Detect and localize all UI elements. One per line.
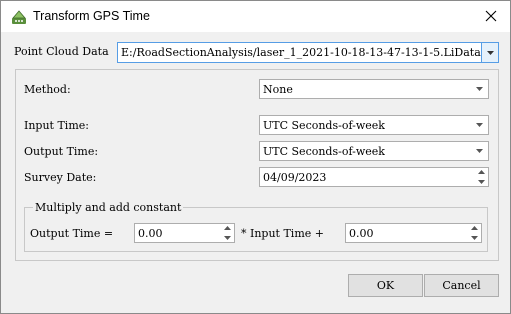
output-time-equals-label: Output Time = bbox=[30, 227, 114, 240]
window-title: Transform GPS Time bbox=[33, 9, 150, 23]
close-button[interactable] bbox=[478, 5, 504, 27]
constant-value: 0.00 bbox=[349, 227, 374, 240]
constant-group-title: Multiply and add constant bbox=[33, 201, 184, 214]
chevron-down-icon bbox=[476, 123, 483, 127]
title-bar: Transform GPS Time bbox=[1, 1, 510, 32]
transform-gps-time-dialog: Transform GPS Time Point Cloud Data E:/R… bbox=[0, 0, 511, 314]
method-label: Method: bbox=[24, 83, 71, 96]
input-time-value: UTC Seconds-of-week bbox=[263, 119, 385, 132]
output-time-label: Output Time: bbox=[24, 145, 99, 158]
output-time-select[interactable]: UTC Seconds-of-week bbox=[259, 141, 489, 161]
chevron-up-icon bbox=[477, 170, 485, 174]
chevron-up-icon bbox=[223, 226, 231, 230]
output-time-value: UTC Seconds-of-week bbox=[263, 145, 385, 158]
point-cloud-label: Point Cloud Data bbox=[14, 45, 109, 58]
input-time-plus-label: * Input Time + bbox=[241, 227, 324, 240]
point-cloud-value: E:/RoadSectionAnalysis/laser_1_2021-10-1… bbox=[121, 46, 481, 59]
chevron-down-icon bbox=[486, 50, 494, 55]
chevron-down-icon bbox=[476, 149, 483, 153]
chevron-down-icon bbox=[223, 236, 231, 240]
survey-date-label: Survey Date: bbox=[24, 171, 97, 184]
app-icon bbox=[12, 10, 26, 24]
method-value: None bbox=[263, 83, 293, 96]
input-time-select[interactable]: UTC Seconds-of-week bbox=[259, 115, 489, 135]
method-select[interactable]: None bbox=[259, 79, 489, 99]
survey-date-spinner[interactable] bbox=[476, 170, 486, 184]
constant-spinbox[interactable]: 0.00 bbox=[345, 223, 482, 243]
survey-date-edit[interactable]: 04/09/2023 bbox=[259, 167, 489, 187]
close-icon bbox=[485, 10, 497, 22]
multiplier-spinbox[interactable]: 0.00 bbox=[134, 223, 235, 243]
chevron-down-icon bbox=[470, 236, 478, 240]
point-cloud-combo[interactable]: E:/RoadSectionAnalysis/laser_1_2021-10-1… bbox=[117, 42, 499, 63]
cancel-button[interactable]: Cancel bbox=[424, 274, 499, 297]
survey-date-value: 04/09/2023 bbox=[263, 171, 327, 184]
ok-button[interactable]: OK bbox=[348, 274, 423, 297]
input-time-label: Input Time: bbox=[24, 119, 89, 132]
constant-spinner[interactable] bbox=[469, 226, 479, 240]
multiplier-value: 0.00 bbox=[138, 227, 163, 240]
multiplier-spinner[interactable] bbox=[222, 226, 232, 240]
chevron-down-icon bbox=[476, 87, 483, 91]
chevron-up-icon bbox=[470, 226, 478, 230]
point-cloud-dropdown-button[interactable] bbox=[481, 43, 498, 62]
chevron-down-icon bbox=[477, 180, 485, 184]
